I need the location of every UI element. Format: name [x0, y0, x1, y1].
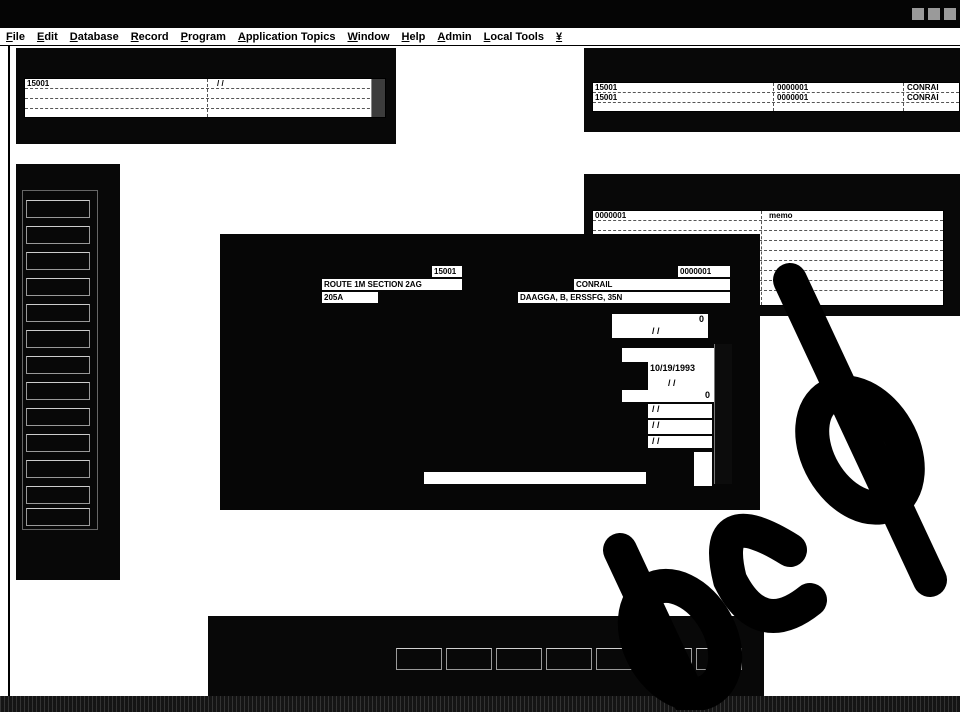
count-field-2[interactable]: 0: [622, 390, 714, 402]
field-block-1: [622, 348, 714, 362]
toolbar-button[interactable]: [646, 648, 692, 670]
tool-button[interactable]: [26, 252, 90, 270]
cell-id: 0000001: [777, 83, 809, 92]
field-block-7: [694, 452, 712, 486]
window-top-left-grid: 15001 / /: [24, 78, 386, 118]
description-field[interactable]: DAAGGA, B, ERSSFG, 35N: [518, 292, 730, 303]
menu-application-topics[interactable]: Application Topics: [238, 31, 336, 43]
date-field-blank[interactable]: / /: [648, 378, 714, 390]
tool-button[interactable]: [26, 408, 90, 426]
record-dialog-caption: [220, 234, 760, 252]
tool-button[interactable]: [26, 330, 90, 348]
tools-window-caption: [16, 164, 120, 182]
tool-button[interactable]: [26, 356, 90, 374]
cell-id: 0000001: [595, 211, 627, 220]
vertical-scrollbar[interactable]: [371, 79, 385, 117]
count-field-1[interactable]: 0 / /: [612, 314, 708, 338]
date-field-4[interactable]: / /: [648, 404, 712, 418]
cell-railroad: CONRAI: [907, 83, 939, 92]
toolbar-button[interactable]: [696, 648, 742, 670]
toolbar-button[interactable]: [496, 648, 542, 670]
status-bar: [0, 696, 960, 712]
cell-railroad: CONRAI: [907, 93, 939, 102]
project-number-field[interactable]: 15001: [432, 266, 462, 277]
toolbar-button[interactable]: [396, 648, 442, 670]
table-row[interactable]: [25, 99, 385, 109]
bottom-toolbar-caption: [208, 616, 764, 634]
window-top-left-caption: [16, 48, 396, 66]
tool-button[interactable]: [26, 382, 90, 400]
dialog-scrollbar[interactable]: [714, 344, 732, 484]
route-field[interactable]: ROUTE 1M SECTION 2AG: [322, 279, 462, 290]
menu-program[interactable]: Program: [181, 31, 226, 43]
parcel-number-field[interactable]: 205A: [322, 292, 378, 303]
menu-admin[interactable]: Admin: [437, 31, 471, 43]
record-dialog: 15001 0000001 ROUTE 1M SECTION 2AG CONRA…: [220, 234, 760, 510]
window-right-mid-caption: [584, 174, 960, 192]
menu-extra[interactable]: ¥: [556, 31, 562, 43]
tool-button[interactable]: [26, 508, 90, 526]
wide-input[interactable]: [424, 472, 646, 484]
menu-bar: File Edit Database Record Program Applic…: [0, 28, 960, 46]
cell-id: 0000001: [777, 93, 809, 102]
menu-database[interactable]: Database: [70, 31, 119, 43]
tool-button[interactable]: [26, 460, 90, 478]
menu-file[interactable]: File: [6, 31, 25, 43]
date-field-6[interactable]: / /: [648, 436, 712, 448]
tool-button[interactable]: [26, 226, 90, 244]
tool-button[interactable]: [26, 200, 90, 218]
right-number-field[interactable]: 0000001: [678, 266, 730, 277]
tool-button[interactable]: [26, 278, 90, 296]
table-row[interactable]: 0000001 memo: [593, 211, 943, 221]
cell-memo: memo: [769, 211, 793, 220]
menu-edit[interactable]: Edit: [37, 31, 58, 43]
close-button[interactable]: [944, 8, 956, 20]
menu-help[interactable]: Help: [402, 31, 426, 43]
menu-record[interactable]: Record: [131, 31, 169, 43]
cell-project: 15001: [27, 79, 50, 88]
window-top-right-grid: 15001 0000001 CONRAI 15001 0000001 CONRA…: [592, 82, 960, 112]
cell-project: 15001: [595, 83, 618, 92]
minimize-button[interactable]: [912, 8, 924, 20]
table-row[interactable]: [25, 89, 385, 99]
maximize-button[interactable]: [928, 8, 940, 20]
tool-button[interactable]: [26, 304, 90, 322]
table-row[interactable]: [593, 221, 943, 231]
cell-date: / /: [217, 79, 224, 88]
toolbar-button[interactable]: [596, 648, 642, 670]
toolbar-button[interactable]: [546, 648, 592, 670]
table-row[interactable]: 15001 / /: [25, 79, 385, 89]
window-top-right-caption: [584, 48, 960, 66]
tool-button[interactable]: [26, 486, 90, 504]
toolbar-button[interactable]: [446, 648, 492, 670]
table-row[interactable]: 15001 0000001 CONRAI: [593, 93, 959, 103]
window-top-left: 15001 / /: [16, 48, 396, 144]
date-field-5[interactable]: / /: [648, 420, 712, 434]
menu-local-tools[interactable]: Local Tools: [484, 31, 544, 43]
date-field-1: / /: [652, 326, 660, 336]
railroad-field[interactable]: CONRAIL: [574, 279, 730, 290]
tool-button[interactable]: [26, 434, 90, 452]
menu-window[interactable]: Window: [347, 31, 389, 43]
window-top-right: 15001 0000001 CONRAI 15001 0000001 CONRA…: [584, 48, 960, 132]
cell-project: 15001: [595, 93, 618, 102]
app-title-bar: [0, 0, 960, 28]
table-row[interactable]: 15001 0000001 CONRAI: [593, 83, 959, 93]
